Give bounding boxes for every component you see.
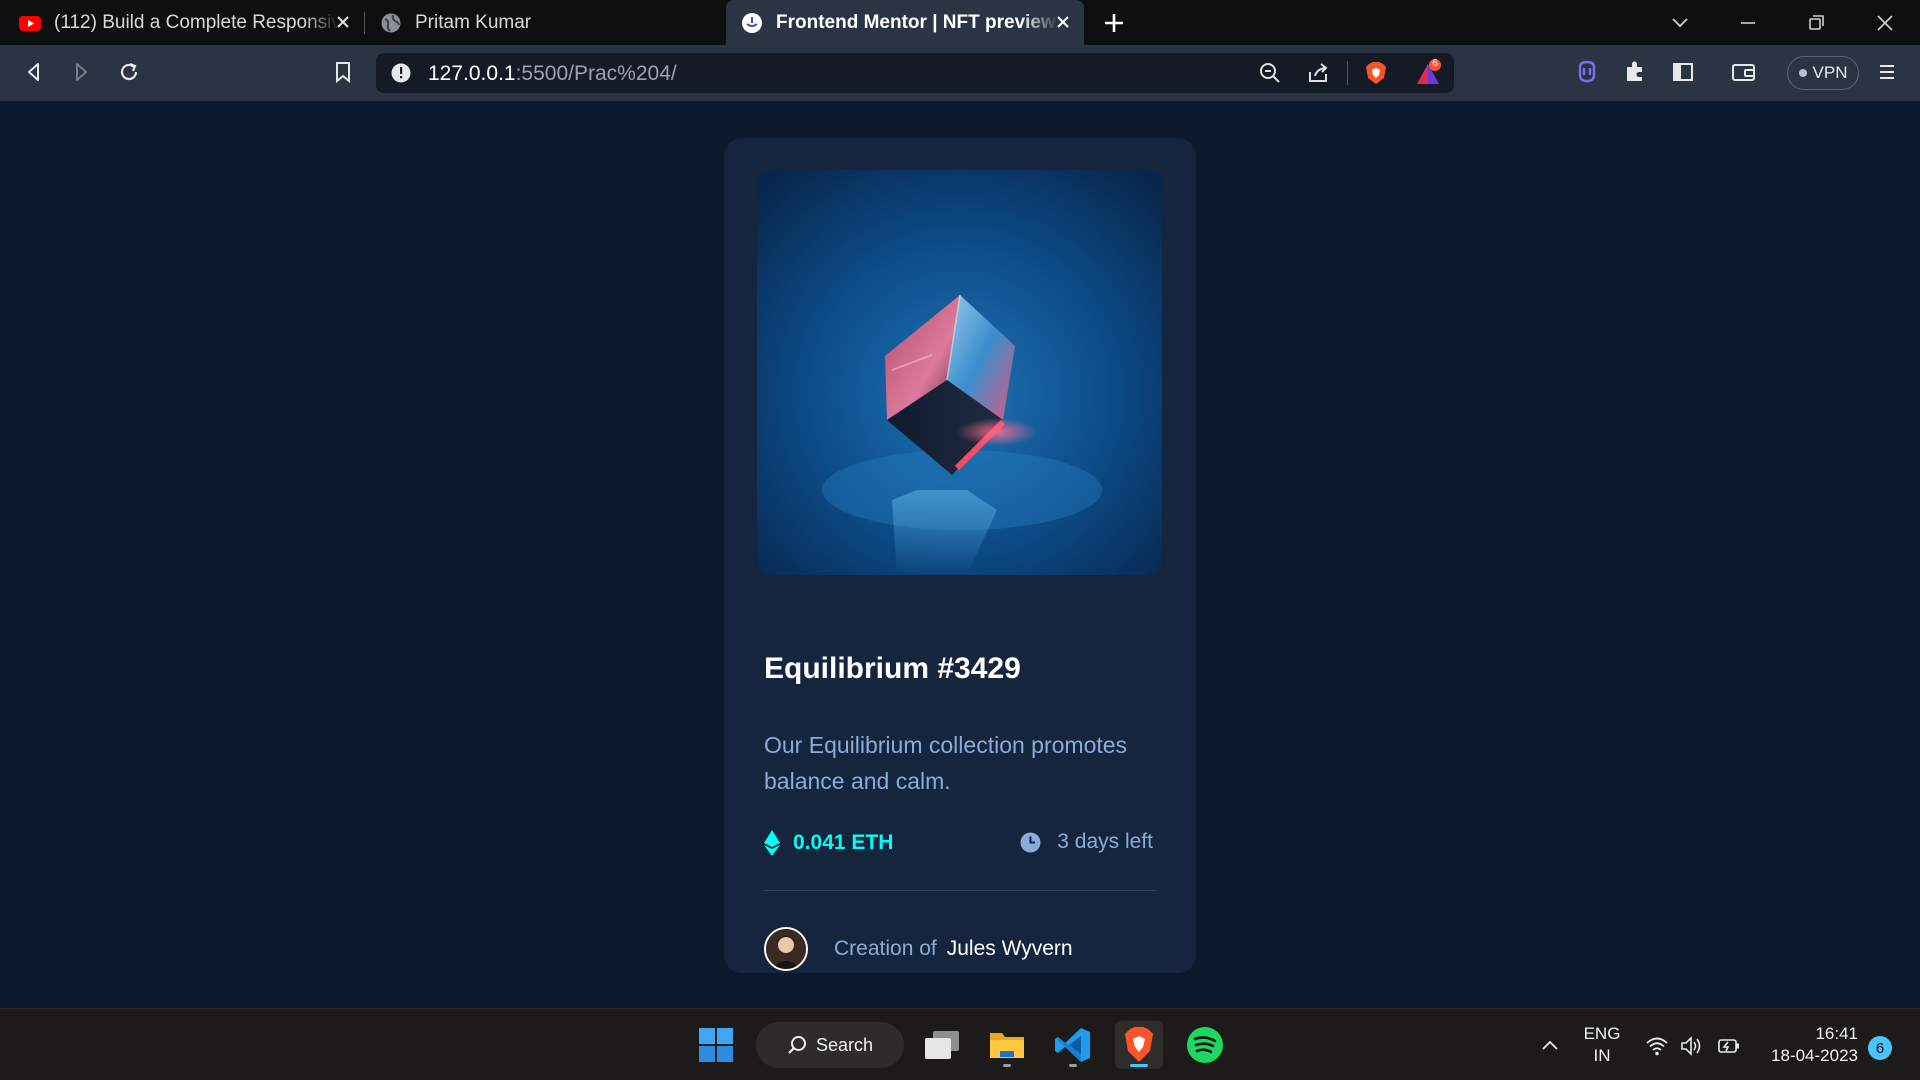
vscode-icon [1055, 1028, 1090, 1062]
close-window-icon[interactable] [1870, 8, 1900, 38]
task-view-icon [925, 1031, 959, 1059]
input-language[interactable]: ENG IN [1580, 1023, 1624, 1067]
running-indicator [1003, 1064, 1011, 1067]
volume-icon[interactable] [1678, 1033, 1704, 1059]
divider [1347, 61, 1348, 85]
taskbar-search[interactable]: Search [756, 1022, 904, 1068]
clock[interactable]: 16:41 18-04-2023 [1758, 1023, 1858, 1067]
close-tab-icon[interactable] [1052, 11, 1074, 33]
avatar-image [766, 929, 806, 969]
start-button[interactable] [692, 1021, 740, 1069]
minimize-icon[interactable] [1733, 8, 1763, 38]
windows-taskbar: Search ENG IN 16:41 18-04-2023 6 [0, 1008, 1920, 1080]
nft-time-left: 3 days left [1020, 830, 1153, 854]
file-explorer-button[interactable] [983, 1021, 1031, 1069]
tab-title: Frontend Mentor | NFT preview ca [776, 11, 1059, 33]
bookmark-icon[interactable] [326, 55, 360, 89]
spotify-button[interactable] [1181, 1021, 1229, 1069]
vscode-button[interactable] [1049, 1021, 1097, 1069]
time-left-value: 3 days left [1057, 830, 1153, 853]
nft-image[interactable] [757, 170, 1162, 575]
sidebar-icon[interactable] [1666, 55, 1700, 89]
folder-icon [990, 1033, 1024, 1058]
extensions-icon[interactable] [1618, 55, 1652, 89]
url-text[interactable]: 127.0.0.1:5500/Prac%204/ [428, 62, 677, 86]
restore-icon[interactable] [1801, 8, 1831, 38]
nft-price: 0.041 ETH [764, 830, 893, 856]
back-icon[interactable] [17, 55, 51, 89]
clock-icon [1020, 832, 1041, 852]
tab-title: (112) Build a Complete Responsive [54, 11, 339, 33]
ethereum-icon [764, 830, 780, 856]
forward-icon[interactable] [64, 55, 98, 89]
notification-badge[interactable]: 6 [1868, 1036, 1892, 1060]
reload-icon[interactable] [112, 55, 146, 89]
new-tab-icon[interactable] [1100, 9, 1128, 37]
running-indicator [1069, 1064, 1077, 1067]
vpn-button[interactable]: VPN [1787, 56, 1859, 90]
leo-ai-icon[interactable] [1570, 55, 1604, 89]
url-path: :5500/Prac%204/ [515, 62, 677, 85]
equilibrium-cube-image [757, 170, 1162, 575]
wifi-icon[interactable] [1644, 1033, 1670, 1059]
card-divider [764, 890, 1156, 891]
address-bar[interactable]: 127.0.0.1:5500/Prac%204/ 6 [376, 53, 1454, 93]
globe-icon [381, 13, 401, 32]
battery-charging-icon[interactable] [1716, 1033, 1742, 1059]
brave-icon [1125, 1027, 1153, 1062]
tab-title: Pritam Kumar [415, 11, 532, 33]
task-view-button[interactable] [918, 1021, 966, 1069]
active-indicator [1130, 1064, 1148, 1067]
time-label: 16:41 [1815, 1024, 1858, 1043]
region-label: IN [1593, 1046, 1611, 1065]
brave-shields-icon[interactable] [1362, 59, 1390, 87]
price-value: 0.041 ETH [793, 831, 894, 854]
browser-tab-strip: (112) Build a Complete Responsive Pritam… [0, 0, 1920, 45]
search-label: Search [816, 1034, 874, 1055]
vpn-status-icon [1798, 69, 1807, 77]
creator-avatar [764, 927, 808, 971]
rewards-badge: 6 [1432, 58, 1438, 69]
nft-description: Our Equilibrium collection promotes bala… [764, 732, 1128, 794]
site-info-icon[interactable] [390, 62, 412, 84]
url-host: 127.0.0.1 [428, 62, 516, 85]
youtube-icon [19, 15, 41, 31]
search-icon [788, 1036, 806, 1054]
frontend-mentor-icon [742, 12, 762, 33]
page-viewport: Equilibrium #3429 Our Equilibrium collec… [0, 101, 1920, 1008]
tab-frontend-mentor[interactable]: Frontend Mentor | NFT preview ca [726, 0, 1084, 45]
windows-logo-icon [699, 1028, 733, 1062]
close-tab-icon[interactable] [332, 11, 354, 33]
vpn-label: VPN [1812, 63, 1848, 82]
menu-icon[interactable] [1870, 55, 1904, 89]
wallet-icon[interactable] [1726, 55, 1760, 89]
zoom-out-icon[interactable] [1257, 60, 1283, 86]
date-label: 18-04-2023 [1771, 1046, 1858, 1065]
share-icon[interactable] [1305, 60, 1331, 86]
nft-title[interactable]: Equilibrium #3429 [764, 652, 1021, 686]
creator-line: Creation of Jules Wyvern [834, 937, 1073, 961]
chevron-up-icon[interactable] [1537, 1033, 1563, 1059]
tab-youtube[interactable]: (112) Build a Complete Responsive [0, 0, 364, 45]
spotify-icon [1187, 1027, 1223, 1063]
nft-card: Equilibrium #3429 Our Equilibrium collec… [724, 138, 1196, 973]
brave-browser-button[interactable] [1115, 1021, 1163, 1069]
creator-prefix: Creation of [834, 937, 937, 960]
tab-search-chevron-icon[interactable] [1665, 8, 1695, 38]
tab-pritam-kumar[interactable]: Pritam Kumar [364, 0, 724, 45]
language-label: ENG [1583, 1024, 1621, 1043]
creator-name[interactable]: Jules Wyvern [947, 937, 1073, 960]
